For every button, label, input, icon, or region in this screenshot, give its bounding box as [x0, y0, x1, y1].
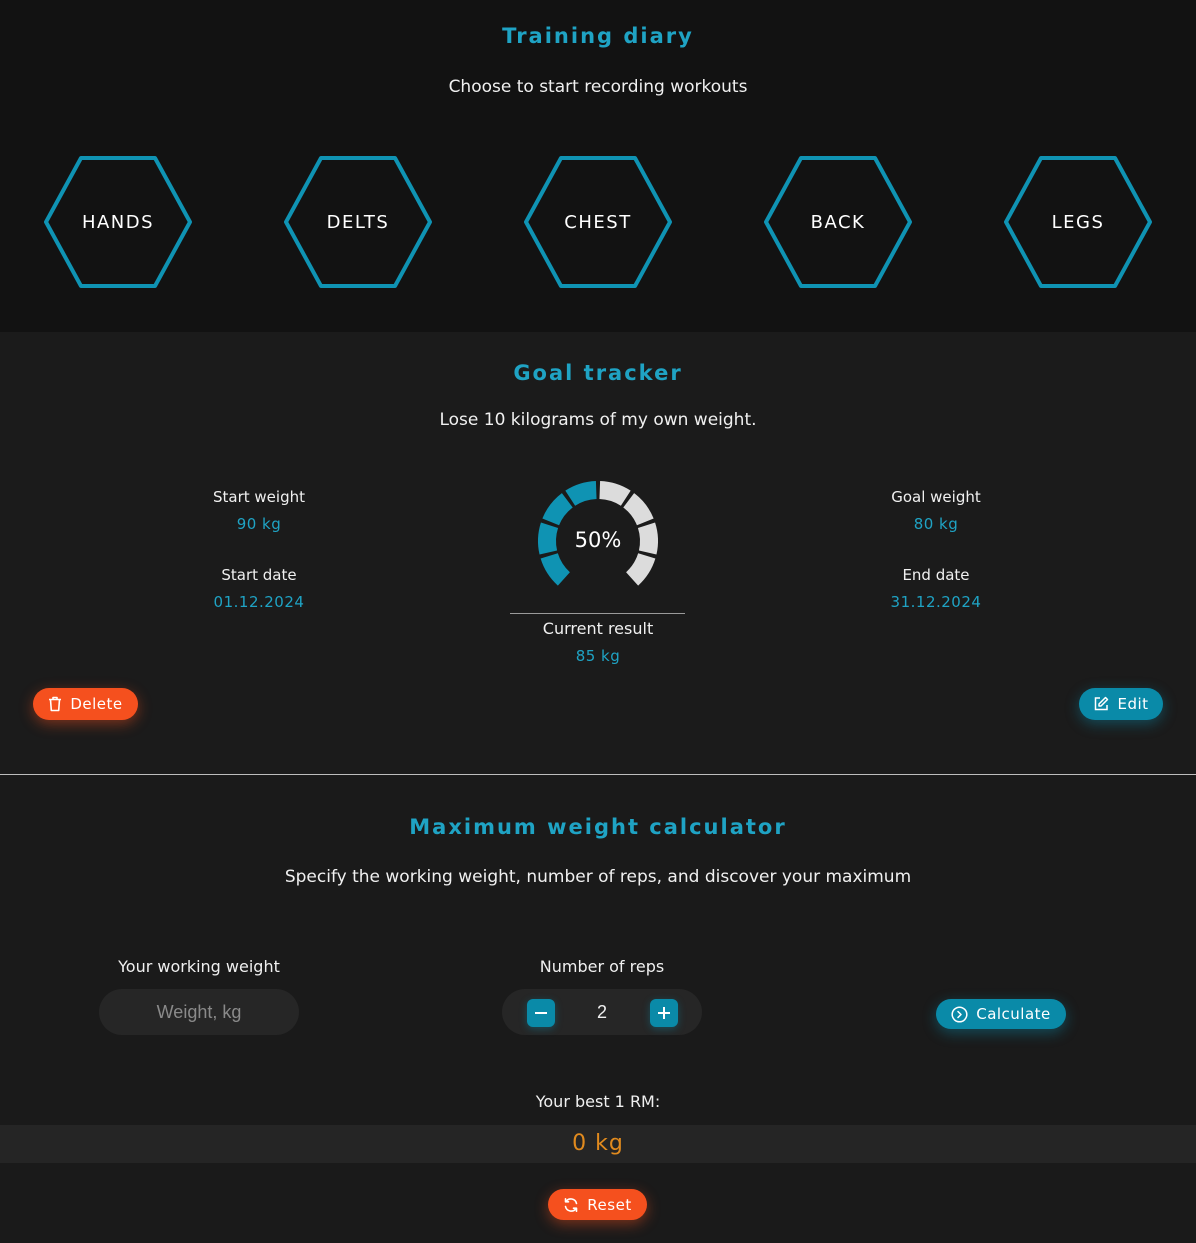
gauge-segment [565, 481, 597, 506]
current-result-value: 85 kg [575, 647, 621, 665]
current-result-label: Current result [542, 619, 654, 638]
diary-subtitle: Choose to start recording workouts [448, 77, 748, 97]
start-date-label: Start date [221, 566, 297, 584]
muscle-group-label: CHEST [564, 211, 632, 233]
calculate-button[interactable]: Calculate [936, 999, 1066, 1029]
gauge-segment [626, 553, 656, 586]
goal-weight-label: Goal weight [891, 488, 981, 506]
reps-label: Number of reps [539, 957, 665, 976]
end-date-value: 31.12.2024 [890, 593, 982, 611]
delete-goal-button[interactable]: Delete [33, 688, 138, 720]
goal-weight-value: 80 kg [913, 515, 959, 533]
edit-goal-button[interactable]: Edit [1079, 688, 1163, 720]
refresh-icon [564, 1197, 578, 1212]
calculate-label: Calculate [976, 1005, 1051, 1023]
arrow-circle-icon [951, 1005, 968, 1023]
reset-label: Reset [587, 1195, 632, 1214]
edit-icon [1095, 696, 1109, 711]
muscle-group-label: HANDS [81, 211, 155, 233]
calc-subtitle: Specify the working weight, number of re… [284, 867, 912, 887]
goal-weight: Goal weight 80 kg [836, 488, 1036, 533]
diary-title: Training diary [502, 24, 694, 48]
goal-subtitle: Lose 10 kilograms of my own weight. [439, 410, 757, 430]
progress-percent: 50% [574, 528, 622, 552]
gauge-segment [542, 493, 573, 526]
start-weight-label: Start weight [213, 488, 305, 506]
muscle-group-label: DELTS [326, 211, 390, 233]
best-1rm-label: Your best 1 RM: [535, 1092, 661, 1111]
plus-icon [658, 1007, 670, 1019]
end-date: End date 31.12.2024 [836, 566, 1036, 611]
start-date: Start date 01.12.2024 [159, 566, 359, 611]
reps-value: 2 [596, 1001, 607, 1022]
trash-icon [49, 696, 62, 712]
current-result: Current result 85 kg [498, 619, 698, 665]
gauge-segment [623, 493, 654, 526]
start-weight: Start weight 90 kg [159, 488, 359, 533]
increment-reps-button[interactable] [650, 999, 678, 1027]
muscle-group-back[interactable]: BACK [763, 155, 913, 289]
muscle-group-legs[interactable]: LEGS [1003, 155, 1153, 289]
end-date-label: End date [902, 566, 970, 584]
best-1rm-value: 0 kg [572, 1131, 624, 1156]
goal-tracker-section: Goal tracker Lose 10 kilograms of my own… [0, 332, 1196, 774]
muscle-group-chest[interactable]: CHEST [523, 155, 673, 289]
working-weight-input[interactable] [99, 989, 299, 1035]
goal-title: Goal tracker [513, 361, 683, 385]
edit-label: Edit [1117, 695, 1149, 713]
reset-button[interactable]: Reset [548, 1189, 647, 1220]
muscle-group-hands[interactable]: HANDS [43, 155, 193, 289]
decrement-reps-button[interactable] [527, 999, 555, 1027]
max-weight-calculator-section: Maximum weight calculator Specify the wo… [0, 775, 1196, 1243]
working-weight-label: Your working weight [118, 957, 280, 976]
start-weight-value: 90 kg [236, 515, 282, 533]
reps-stepper: 2 [502, 989, 702, 1035]
muscle-group-label: LEGS [1051, 211, 1105, 233]
muscle-group-label: BACK [810, 211, 866, 233]
delete-label: Delete [70, 695, 123, 713]
gauge-segment [540, 553, 570, 586]
gauge-segment [599, 481, 631, 506]
minus-icon [535, 1012, 547, 1014]
start-date-value: 01.12.2024 [213, 593, 305, 611]
gauge-divider [510, 613, 685, 614]
calc-title: Maximum weight calculator [409, 815, 787, 839]
muscle-group-delts[interactable]: DELTS [283, 155, 433, 289]
training-diary-section: Training diary Choose to start recording… [0, 0, 1196, 332]
